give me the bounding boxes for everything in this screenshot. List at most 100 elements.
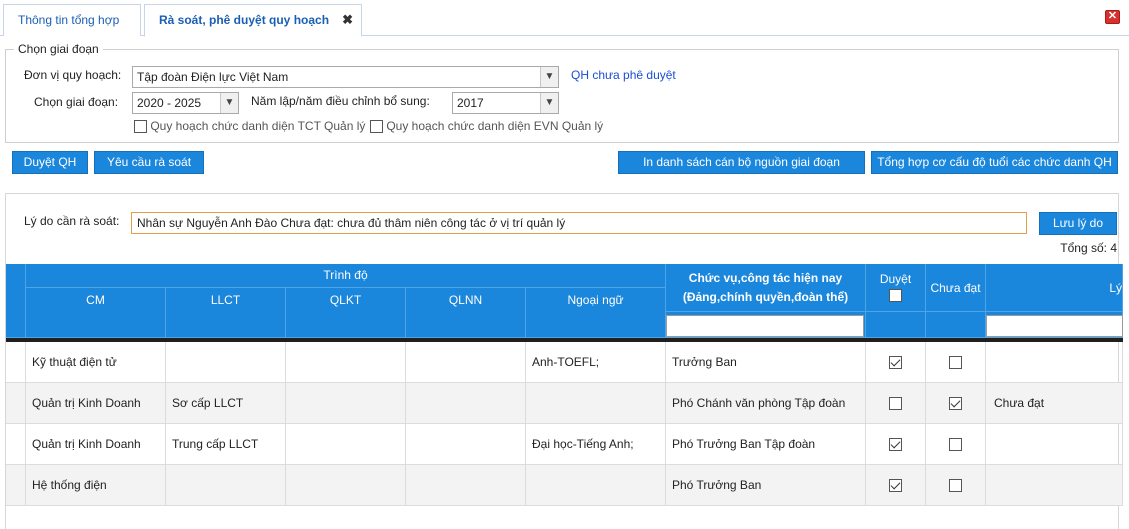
- year-select-value: 2017: [457, 96, 484, 110]
- col-header-llct: LLCT: [166, 288, 286, 338]
- col-header-qlnn: QLNN: [406, 288, 526, 338]
- cell-llct: Sơ cấp LLCT: [166, 383, 286, 423]
- stage-legend: Chọn giai đoạn: [18, 42, 99, 56]
- age-summary-button[interactable]: Tổng hợp cơ cấu độ tuổi các chức danh QH: [871, 151, 1118, 174]
- approve-checkbox[interactable]: [889, 438, 902, 452]
- cell-reason: [986, 424, 1123, 464]
- tab-bar: Thông tin tổng hợp Rà soát, phê duyệt qu…: [0, 0, 1129, 37]
- not-passed-checkbox-cell: [926, 383, 986, 423]
- grid-corner-header: [6, 264, 26, 338]
- check-evn-label: Quy hoạch chức danh diện EVN Quản lý: [386, 119, 604, 133]
- table-row[interactable]: Quản trị Kinh Doanh Trung cấp LLCT Đại học…: [6, 424, 1123, 465]
- reason-label: Lý do cần rà soát:: [24, 214, 120, 228]
- col-header-foreign-language: Ngoại ngữ: [526, 288, 666, 338]
- total-count: Tổng số: 4: [1060, 241, 1117, 255]
- unit-select-value: Tập đoàn Điện lực Việt Nam: [137, 70, 289, 84]
- cell-position: Trưởng Ban: [666, 342, 866, 382]
- table-row[interactable]: Kỹ thuật điện tử Anh-TOEFL; Trưởng Ban: [6, 342, 1123, 383]
- row-indicator-cell: [6, 424, 26, 464]
- table-row[interactable]: Hệ thống điện Phó Trưởng Ban: [6, 465, 1123, 506]
- cell-qlkt: [286, 383, 406, 423]
- check-tct-label: Quy hoạch chức danh diện TCT Quản lý: [150, 119, 366, 133]
- tab-review-approve[interactable]: Rà soát, phê duyệt quy hoạch ✖: [144, 4, 362, 37]
- chevron-down-icon: ▼: [540, 67, 558, 87]
- save-reason-button[interactable]: Lưu lý do: [1039, 212, 1117, 235]
- cell-llct: [166, 465, 286, 505]
- approve-checkbox-cell: [866, 342, 926, 382]
- chevron-down-icon: ▼: [540, 93, 558, 113]
- col-header-qlkt: QLKT: [286, 288, 406, 338]
- status-link[interactable]: QH chưa phê duyệt: [571, 68, 676, 82]
- col-header-cm: CM: [26, 288, 166, 338]
- cell-foreign-language: [526, 465, 666, 505]
- tab-summary-label: Thông tin tổng hợp: [18, 13, 120, 27]
- approve-all-checkbox[interactable]: [889, 289, 902, 302]
- row-indicator-cell: [6, 383, 26, 423]
- approve-checkbox-cell: [866, 424, 926, 464]
- cell-qlnn: [406, 465, 526, 505]
- cell-reason: [986, 465, 1123, 505]
- period-select[interactable]: 2020 - 2025 ▼: [132, 92, 239, 114]
- check-tct[interactable]: Quy hoạch chức danh diện TCT Quản lý: [134, 119, 366, 134]
- request-review-button[interactable]: Yêu cầu rà soát: [94, 151, 204, 174]
- cell-position: Phó Trưởng Ban: [666, 465, 866, 505]
- approve-checkbox[interactable]: [889, 356, 902, 370]
- table-row[interactable]: Quản trị Kinh Doanh Sơ cấp LLCT Phó Chánh …: [6, 383, 1123, 424]
- not-passed-checkbox-cell: [926, 465, 986, 505]
- cell-position: Phó Chánh văn phòng Tập đoàn: [666, 383, 866, 423]
- approve-header: Duyệt: [866, 264, 926, 312]
- cell-position: Phó Trưởng Ban Tập đoàn: [666, 424, 866, 464]
- tab-summary[interactable]: Thông tin tổng hợp: [3, 4, 141, 36]
- not-passed-checkbox[interactable]: [949, 397, 962, 411]
- cell-foreign-language: Đại học-Tiếng Anh;: [526, 424, 666, 464]
- position-filter-input[interactable]: [666, 315, 864, 337]
- checkbox-tct[interactable]: [134, 120, 147, 134]
- not-passed-checkbox[interactable]: [949, 438, 962, 452]
- cell-reason: [986, 342, 1123, 382]
- unit-label: Đơn vị quy hoạch:: [24, 68, 122, 82]
- reason-header: Lý: [986, 264, 1123, 312]
- cell-llct: Trung cấp LLCT: [166, 424, 286, 464]
- cell-reason: Chưa đạt: [986, 383, 1123, 423]
- approve-checkbox-cell: [866, 383, 926, 423]
- approve-checkbox-cell: [866, 465, 926, 505]
- not-passed-checkbox-cell: [926, 424, 986, 464]
- approve-checkbox[interactable]: [889, 397, 902, 411]
- chevron-down-icon: ▼: [220, 93, 238, 113]
- row-indicator-cell: [6, 342, 26, 382]
- group-header-education: Trình độ: [26, 264, 666, 288]
- reason-input[interactable]: Nhân sự Nguyễn Anh Đào Chưa đạt: chưa đủ…: [131, 212, 1027, 234]
- period-label: Chọn giai đoạn:: [34, 95, 119, 109]
- cell-qlkt: [286, 342, 406, 382]
- cell-cm: Quản trị Kinh Doanh: [26, 383, 166, 423]
- cell-cm: Quản trị Kinh Doanh: [26, 424, 166, 464]
- not-passed-checkbox[interactable]: [949, 356, 962, 370]
- review-grid: Trình độ Chức vụ,công tác hiện nay (Đảng…: [6, 264, 1123, 529]
- cell-llct: [166, 342, 286, 382]
- cell-qlnn: [406, 342, 526, 382]
- approve-filter-cell: [866, 312, 926, 338]
- year-select[interactable]: 2017 ▼: [452, 92, 559, 114]
- tab-close-icon[interactable]: ✖: [342, 5, 353, 35]
- reason-filter-input[interactable]: [986, 315, 1123, 337]
- approve-button[interactable]: Duyệt QH: [12, 151, 88, 174]
- not-passed-filter-cell: [926, 312, 986, 338]
- check-evn[interactable]: Quy hoạch chức danh diện EVN Quản lý: [370, 119, 604, 134]
- cell-qlnn: [406, 383, 526, 423]
- approve-checkbox[interactable]: [889, 479, 902, 493]
- tab-review-approve-label: Rà soát, phê duyệt quy hoạch: [159, 13, 330, 27]
- not-passed-header: Chưa đạt: [926, 264, 986, 312]
- checkbox-evn[interactable]: [370, 120, 383, 134]
- window-close-icon[interactable]: ✕: [1105, 10, 1120, 24]
- position-header: Chức vụ,công tác hiện nay (Đảng,chính qu…: [666, 264, 866, 312]
- not-passed-checkbox-cell: [926, 342, 986, 382]
- print-list-button[interactable]: In danh sách cán bộ nguồn giai đoạn: [618, 151, 865, 174]
- unit-select[interactable]: Tập đoàn Điện lực Việt Nam ▼: [132, 66, 559, 88]
- cell-qlkt: [286, 465, 406, 505]
- cell-qlnn: [406, 424, 526, 464]
- approve-header-label: Duyệt: [879, 272, 912, 286]
- not-passed-checkbox[interactable]: [949, 479, 962, 493]
- cell-qlkt: [286, 424, 406, 464]
- cell-cm: Kỹ thuật điện tử: [26, 342, 166, 382]
- cell-cm: Hệ thống điện: [26, 465, 166, 505]
